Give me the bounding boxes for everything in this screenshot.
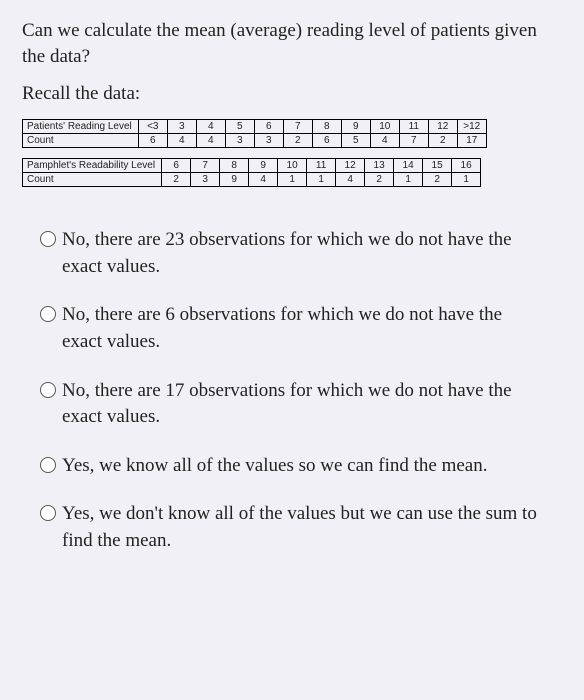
cell: 12 — [428, 120, 457, 134]
table-row: Count 2 3 9 4 1 1 4 2 1 2 1 — [23, 173, 481, 187]
cell: 9 — [220, 173, 249, 187]
cell: 3 — [191, 173, 220, 187]
cell: 6 — [312, 134, 341, 148]
option-text: No, there are 6 observations for which w… — [62, 302, 544, 355]
cell: 2 — [365, 173, 394, 187]
table-row: Patients' Reading Level <3 3 4 5 6 7 8 9… — [23, 120, 487, 134]
cell: 9 — [341, 120, 370, 134]
cell: 4 — [370, 134, 399, 148]
cell: 6 — [254, 120, 283, 134]
cell: 8 — [220, 159, 249, 173]
answer-options: No, there are 23 observations for which … — [22, 227, 562, 554]
cell: 5 — [225, 120, 254, 134]
cell: 6 — [162, 159, 191, 173]
pamphlet-readability-table: Pamphlet's Readability Level 6 7 8 9 10 … — [22, 158, 481, 187]
row-label: Count — [23, 173, 162, 187]
data-tables: Patients' Reading Level <3 3 4 5 6 7 8 9… — [22, 119, 562, 187]
question-text: Can we calculate the mean (average) read… — [22, 18, 562, 69]
option-text: Yes, we don't know all of the values but… — [62, 501, 544, 554]
cell: 7 — [399, 134, 428, 148]
cell: 9 — [249, 159, 278, 173]
option-4[interactable]: Yes, we know all of the values so we can… — [40, 453, 544, 480]
cell: 4 — [167, 134, 196, 148]
row-label: Patients' Reading Level — [23, 120, 139, 134]
patients-reading-table: Patients' Reading Level <3 3 4 5 6 7 8 9… — [22, 119, 487, 148]
radio-icon[interactable] — [40, 231, 56, 247]
row-label: Pamphlet's Readability Level — [23, 159, 162, 173]
cell: 14 — [394, 159, 423, 173]
cell: 17 — [457, 134, 486, 148]
cell: 1 — [452, 173, 481, 187]
cell: 1 — [307, 173, 336, 187]
cell: 4 — [196, 134, 225, 148]
question-page: Can we calculate the mean (average) read… — [0, 0, 584, 700]
cell: 3 — [225, 134, 254, 148]
cell: 3 — [254, 134, 283, 148]
cell: <3 — [138, 120, 167, 134]
cell: 2 — [423, 173, 452, 187]
cell: 4 — [249, 173, 278, 187]
radio-icon[interactable] — [40, 505, 56, 521]
radio-icon[interactable] — [40, 382, 56, 398]
cell: 8 — [312, 120, 341, 134]
option-5[interactable]: Yes, we don't know all of the values but… — [40, 501, 544, 554]
radio-icon[interactable] — [40, 457, 56, 473]
cell: 2 — [428, 134, 457, 148]
cell: 12 — [336, 159, 365, 173]
cell: 4 — [196, 120, 225, 134]
cell: 10 — [278, 159, 307, 173]
cell: >12 — [457, 120, 486, 134]
table-row: Count 6 4 4 3 3 2 6 5 4 7 2 17 — [23, 134, 487, 148]
radio-icon[interactable] — [40, 306, 56, 322]
cell: 3 — [167, 120, 196, 134]
option-3[interactable]: No, there are 17 observations for which … — [40, 378, 544, 431]
table-row: Pamphlet's Readability Level 6 7 8 9 10 … — [23, 159, 481, 173]
cell: 4 — [336, 173, 365, 187]
cell: 11 — [307, 159, 336, 173]
cell: 2 — [162, 173, 191, 187]
cell: 10 — [370, 120, 399, 134]
option-2[interactable]: No, there are 6 observations for which w… — [40, 302, 544, 355]
cell: 15 — [423, 159, 452, 173]
cell: 11 — [399, 120, 428, 134]
cell: 5 — [341, 134, 370, 148]
cell: 7 — [191, 159, 220, 173]
option-text: Yes, we know all of the values so we can… — [62, 453, 487, 480]
cell: 16 — [452, 159, 481, 173]
option-text: No, there are 23 observations for which … — [62, 227, 544, 280]
option-text: No, there are 17 observations for which … — [62, 378, 544, 431]
cell: 2 — [283, 134, 312, 148]
row-label: Count — [23, 134, 139, 148]
cell: 13 — [365, 159, 394, 173]
recall-text: Recall the data: — [22, 83, 562, 105]
cell: 1 — [394, 173, 423, 187]
cell: 7 — [283, 120, 312, 134]
cell: 6 — [138, 134, 167, 148]
cell: 1 — [278, 173, 307, 187]
option-1[interactable]: No, there are 23 observations for which … — [40, 227, 544, 280]
